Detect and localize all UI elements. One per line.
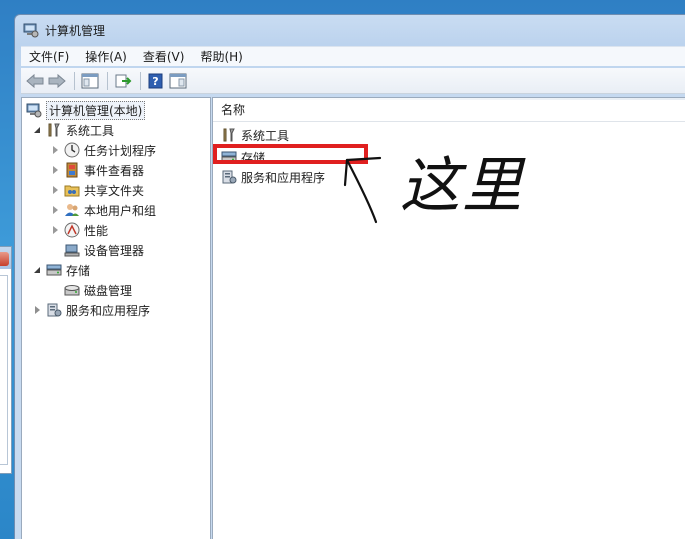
system-tools-icon <box>221 127 237 143</box>
svg-text:?: ? <box>152 75 158 88</box>
list-item-services-applications[interactable]: 服务和应用程序 <box>221 167 325 187</box>
services-applications-icon <box>46 302 62 318</box>
list-item-system-tools[interactable]: 系统工具 <box>221 125 289 145</box>
toolbar-separator <box>107 71 108 90</box>
system-tools-icon <box>46 122 62 138</box>
tree-item-device-manager[interactable]: 设备管理器 <box>64 240 144 260</box>
event-viewer-icon <box>64 162 80 178</box>
tree-item-label: 设备管理器 <box>84 243 145 258</box>
tree-item-performance[interactable]: 性能 <box>50 220 108 240</box>
clock-icon <box>64 142 80 158</box>
tree-item-label: 磁盘管理 <box>84 283 133 298</box>
tree-item-disk-management[interactable]: 磁盘管理 <box>64 280 132 300</box>
column-header-label: 名称 <box>221 103 246 117</box>
show-hide-action-pane-icon[interactable] <box>168 71 188 91</box>
collapse-arrow-icon[interactable] <box>32 265 42 275</box>
expand-arrow-icon[interactable] <box>50 225 60 235</box>
title-bar[interactable]: 计算机管理 <box>15 15 685 45</box>
toolbar-separator <box>74 71 75 90</box>
tree-item-label: 系统工具 <box>66 123 115 138</box>
show-hide-console-tree-icon[interactable] <box>80 71 100 91</box>
background-window <box>0 246 12 474</box>
users-icon <box>64 202 80 218</box>
toolbar-separator <box>140 71 141 90</box>
list-item-label: 存储 <box>241 150 266 165</box>
forward-arrow-icon[interactable] <box>47 71 67 91</box>
close-icon[interactable] <box>0 252 9 266</box>
collapse-arrow-icon[interactable] <box>32 125 42 135</box>
list-item-label: 服务和应用程序 <box>241 170 326 185</box>
tree-item-label: 存储 <box>66 263 91 278</box>
header-highlight <box>213 98 685 100</box>
tree-item-label: 计算机管理(本地) <box>46 100 146 120</box>
tree-item-label: 共享文件夹 <box>84 183 145 198</box>
list-item-label: 系统工具 <box>241 128 290 143</box>
computer-management-icon <box>23 22 39 38</box>
help-icon[interactable]: ? <box>146 71 166 91</box>
computer-management-icon <box>26 102 42 118</box>
menu-file[interactable]: 文件(F) <box>21 48 77 65</box>
expand-arrow-icon[interactable] <box>50 165 60 175</box>
menu-view[interactable]: 查看(V) <box>135 48 193 65</box>
menu-bar: 文件(F) 操作(A) 查看(V) 帮助(H) <box>21 46 685 66</box>
computer-management-window: 计算机管理 文件(F) 操作(A) 查看(V) 帮助(H) ? 计算机管理(本地… <box>14 14 685 539</box>
tree-item-task-scheduler[interactable]: 任务计划程序 <box>50 140 156 160</box>
details-pane: 名称 系统工具 存储 服务和应用程序 <box>212 97 685 539</box>
tree-item-system-tools[interactable]: 系统工具 <box>32 120 114 140</box>
performance-icon <box>64 222 80 238</box>
expand-arrow-icon[interactable] <box>50 185 60 195</box>
tree-item-event-viewer[interactable]: 事件查看器 <box>50 160 144 180</box>
tree-item-storage[interactable]: 存储 <box>32 260 90 280</box>
tree-item-services-applications[interactable]: 服务和应用程序 <box>32 300 150 320</box>
export-list-icon[interactable] <box>113 71 133 91</box>
shared-folder-icon <box>64 182 80 198</box>
menu-help[interactable]: 帮助(H) <box>192 48 250 65</box>
storage-icon <box>46 262 62 278</box>
device-manager-icon <box>64 242 80 258</box>
tree-item-label: 任务计划程序 <box>84 143 157 158</box>
expand-arrow-icon[interactable] <box>50 205 60 215</box>
tree-item-label: 性能 <box>84 223 109 238</box>
tree-item-shared-folders[interactable]: 共享文件夹 <box>50 180 144 200</box>
list-item-storage[interactable]: 存储 <box>221 147 265 167</box>
tree-item-local-users-groups[interactable]: 本地用户和组 <box>50 200 156 220</box>
tree-item-computer-management[interactable]: 计算机管理(本地) <box>26 100 146 120</box>
services-applications-icon <box>221 169 237 185</box>
window-title: 计算机管理 <box>45 23 106 38</box>
column-header-name[interactable]: 名称 <box>213 98 685 122</box>
toolbar: ? <box>21 68 685 94</box>
menu-action[interactable]: 操作(A) <box>77 48 135 65</box>
disk-management-icon <box>64 282 80 298</box>
console-tree: 计算机管理(本地) 系统工具 任务计划程序 事件查看器 共享文件夹 本地用户和组… <box>21 97 211 539</box>
tree-item-label: 本地用户和组 <box>84 203 157 218</box>
storage-icon <box>221 149 237 165</box>
tree-item-label: 事件查看器 <box>84 163 145 178</box>
tree-item-label: 服务和应用程序 <box>66 303 151 318</box>
background-window-content <box>0 275 8 465</box>
expand-arrow-icon[interactable] <box>32 305 42 315</box>
expand-arrow-icon[interactable] <box>50 145 60 155</box>
back-arrow-icon[interactable] <box>25 71 45 91</box>
